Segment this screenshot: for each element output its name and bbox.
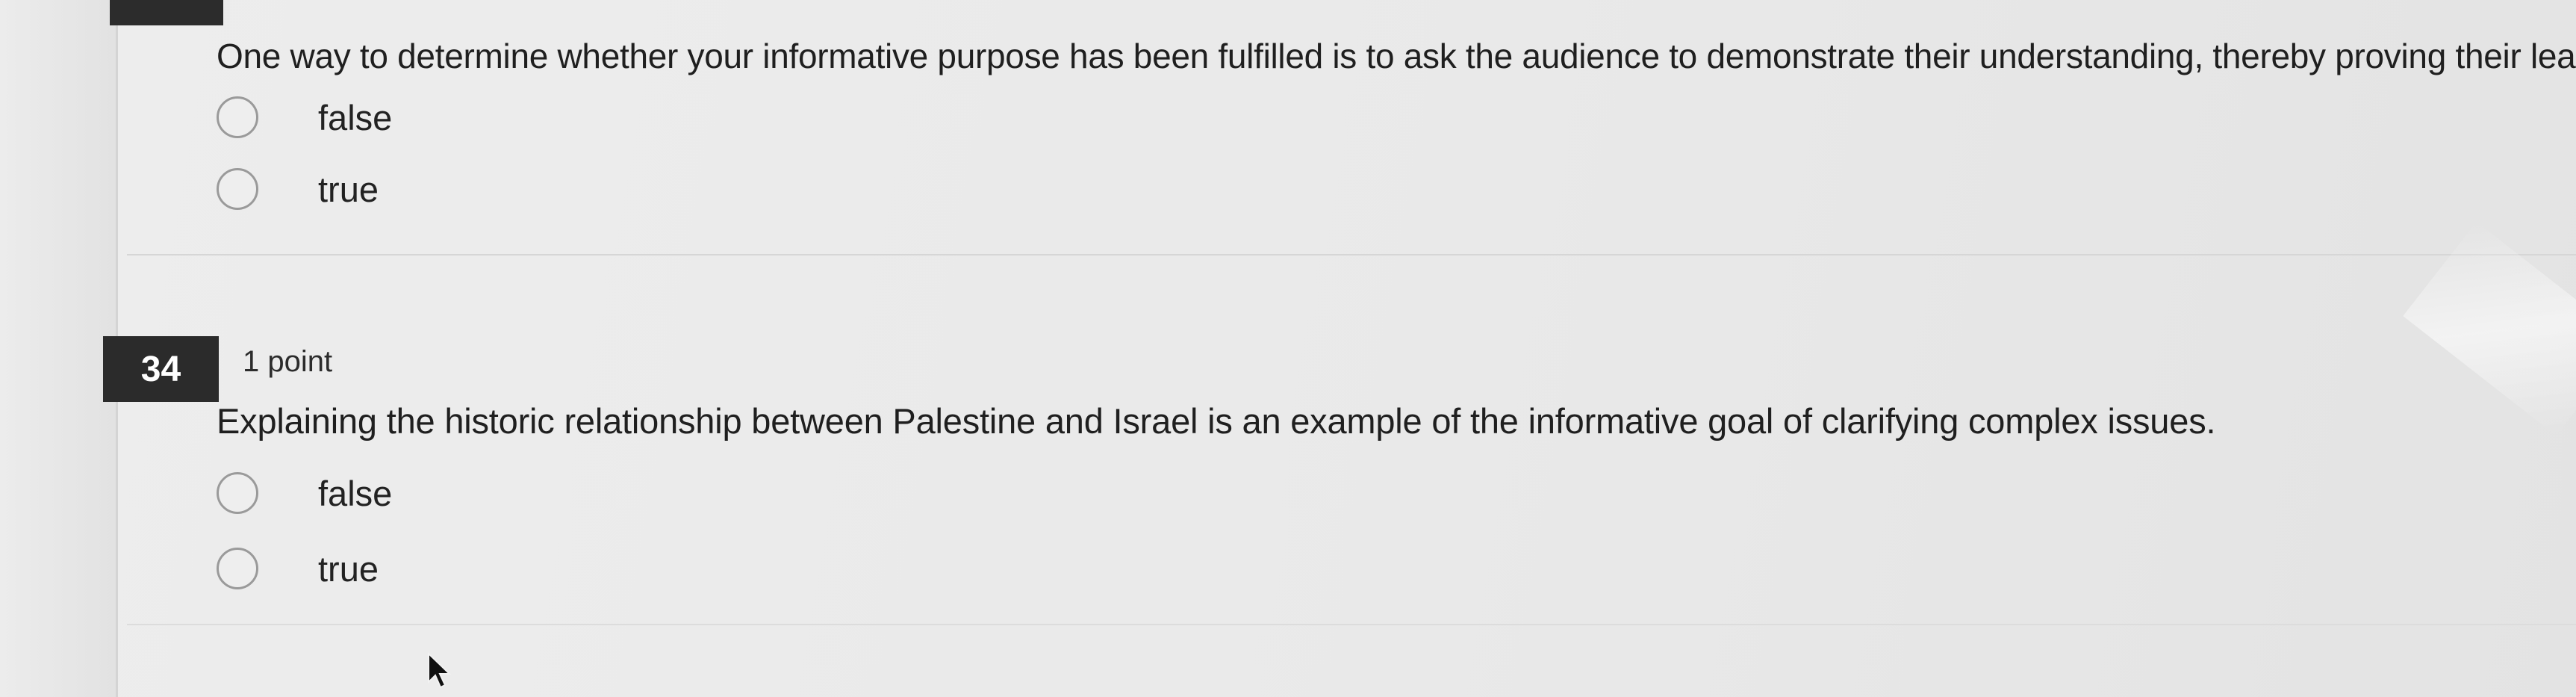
question-points: 1 point <box>243 345 333 378</box>
question-33-option-false[interactable]: false <box>217 93 635 142</box>
question-33-text: One way to determine whether your inform… <box>217 37 2576 75</box>
radio-button-icon[interactable] <box>217 472 258 514</box>
radio-button-icon[interactable] <box>217 96 258 138</box>
option-label: true <box>318 169 379 209</box>
question-number-badge: 34 <box>103 336 219 402</box>
question-33-option-true[interactable]: true <box>217 164 635 214</box>
option-label: true <box>318 548 379 589</box>
radio-button-icon[interactable] <box>217 168 258 210</box>
option-label: false <box>318 97 393 137</box>
left-margin <box>0 0 116 697</box>
option-label: false <box>318 473 393 513</box>
previous-question-number-badge <box>110 0 223 25</box>
radio-button-icon[interactable] <box>217 548 258 589</box>
question-34-text: Explaining the historic relationship bet… <box>217 401 2216 441</box>
question-34-option-false[interactable]: false <box>217 468 635 518</box>
question-divider <box>127 624 2576 625</box>
mouse-pointer-icon <box>428 652 452 689</box>
previous-question-points <box>246 0 373 9</box>
question-divider <box>127 254 2576 255</box>
question-34-option-true[interactable]: true <box>217 544 635 593</box>
